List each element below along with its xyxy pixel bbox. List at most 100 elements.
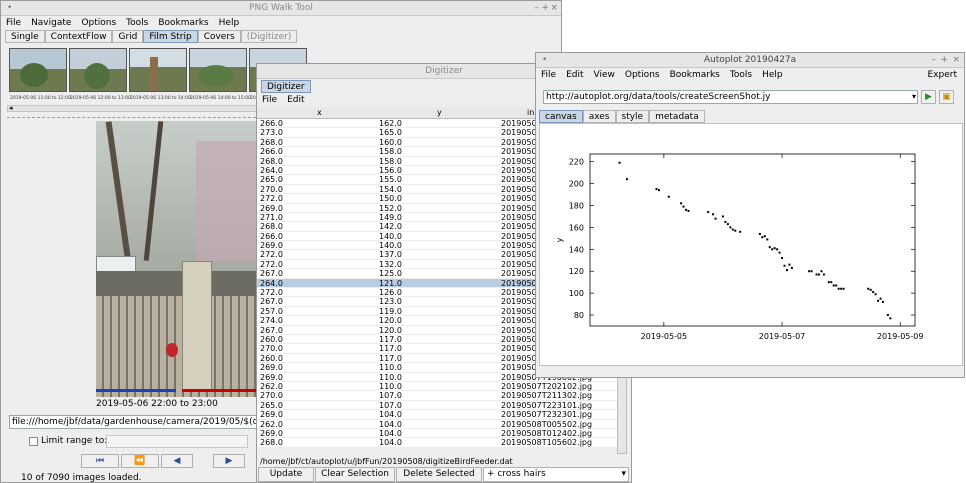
cell-y: 132.0 (379, 259, 402, 269)
tab-single[interactable]: Single (5, 30, 45, 43)
tab-digitizer-active[interactable]: Digitizer (261, 80, 311, 93)
data-point (790, 266, 793, 269)
table-row[interactable]: 262.0 104.0 20190508T005502.jpg (257, 420, 619, 429)
column-header-y[interactable]: y (437, 107, 442, 119)
tab-contextflow[interactable]: ContextFlow (44, 30, 113, 43)
column-header-x[interactable]: x (317, 107, 322, 119)
chevron-down-icon[interactable]: ▾ (912, 91, 916, 103)
y-tick-label: 120 (569, 267, 584, 276)
cell-in: 20190508T012402.jpg (501, 428, 593, 438)
folder-icon[interactable]: ▣ (939, 90, 954, 104)
tab-metadata[interactable]: metadata (649, 110, 705, 123)
cell-y: 107.0 (379, 391, 402, 401)
x-tick-label: 2019-05-05 (641, 332, 688, 341)
cursor-mode-select[interactable]: + cross hairs ▾ (483, 467, 629, 482)
minimize-icon[interactable]: – (932, 53, 937, 68)
cell-x: 269.0 (260, 241, 283, 251)
table-row[interactable]: 265.0 107.0 20190507T223101.jpg (257, 400, 619, 411)
tab-covers[interactable]: Covers (197, 30, 241, 43)
cell-x: 266.0 (260, 147, 283, 157)
clear-selection-button[interactable]: Clear Selection (315, 467, 395, 482)
close-icon[interactable]: × (952, 53, 960, 68)
table-row[interactable]: 268.0 104.0 20190508T105602.jpg (257, 438, 619, 448)
address-bar[interactable]: http://autoplot.org/data/tools/createScr… (543, 90, 918, 104)
expert-menu[interactable]: Expert (923, 68, 963, 82)
scroll-left-icon[interactable]: ◂ (9, 104, 13, 112)
cell-x: 267.0 (260, 269, 283, 279)
delete-selected-button[interactable]: Delete Selected (396, 467, 482, 482)
cell-in: 2019050 (501, 250, 537, 260)
menu-options[interactable]: Options (76, 16, 121, 30)
limit-range-field[interactable] (106, 435, 248, 448)
data-point (729, 226, 732, 229)
cell-in: 2019050 (501, 363, 537, 373)
menu-navigate[interactable]: Navigate (26, 16, 76, 30)
film-strip-thumbnail[interactable] (69, 48, 127, 92)
menu-options[interactable]: Options (620, 68, 665, 82)
tab-canvas[interactable]: canvas (539, 110, 583, 123)
first-button[interactable]: ⏮ (81, 454, 119, 468)
prev-button[interactable]: ◀ (161, 454, 193, 468)
cell-y: 110.0 (379, 372, 402, 382)
tab-grid[interactable]: Grid (112, 30, 144, 43)
close-icon[interactable]: × (550, 1, 558, 16)
png-walk-tabs: Single ContextFlow Grid Film Strip Covers (Di… (1, 30, 561, 43)
limit-range-checkbox[interactable] (29, 437, 38, 446)
minimize-icon[interactable]: – (535, 1, 540, 16)
table-row[interactable]: 269.0 104.0 20190507T232301.jpg (257, 410, 619, 420)
menu-file[interactable]: File (257, 93, 282, 107)
menu-view[interactable]: View (589, 68, 620, 82)
window-menu-icon[interactable]: • (7, 1, 12, 16)
data-point (827, 281, 830, 284)
data-point (618, 161, 621, 164)
autoplot-title: Autoplot 20190427a (703, 55, 797, 65)
update-button[interactable]: Update (258, 467, 314, 482)
cell-y: 126.0 (379, 288, 402, 298)
cell-y: 165.0 (379, 128, 402, 138)
cell-x: 268.0 (260, 438, 283, 448)
cell-in: 2019050 (501, 288, 537, 298)
play-button[interactable]: ▶ (921, 90, 936, 104)
menu-bookmarks[interactable]: Bookmarks (153, 16, 213, 30)
cell-x: 266.0 (260, 119, 283, 128)
tab-axes[interactable]: axes (582, 110, 616, 123)
table-row[interactable]: 262.0 110.0 20190507T202102.jpg (257, 382, 619, 392)
menu-help[interactable]: Help (757, 68, 788, 82)
menu-help[interactable]: Help (214, 16, 245, 30)
cell-x: 274.0 (260, 316, 283, 326)
column-header-in[interactable]: in (527, 107, 534, 119)
prev-page-button[interactable]: ⏪ (121, 454, 159, 468)
cell-y: 104.0 (379, 419, 402, 429)
menu-tools[interactable]: Tools (121, 16, 153, 30)
menu-tools[interactable]: Tools (725, 68, 757, 82)
menu-edit[interactable]: Edit (561, 68, 588, 82)
menu-file[interactable]: File (1, 16, 26, 30)
maximize-icon[interactable]: + (940, 53, 948, 68)
data-point (714, 217, 717, 220)
menu-bookmarks[interactable]: Bookmarks (665, 68, 725, 82)
cell-in: 2019050 (501, 306, 537, 316)
film-strip-thumbnail[interactable] (9, 48, 67, 92)
cell-y: 154.0 (379, 184, 402, 194)
tab-digitizer[interactable]: (Digitizer) (240, 30, 298, 43)
cell-x: 268.0 (260, 137, 283, 147)
tab-film-strip[interactable]: Film Strip (143, 30, 198, 43)
cell-in: 2019050 (501, 203, 537, 213)
data-point (766, 238, 769, 241)
menu-file[interactable]: File (536, 68, 561, 82)
data-point (830, 281, 833, 284)
menu-edit[interactable]: Edit (282, 93, 309, 107)
table-row[interactable]: 270.0 107.0 20190507T211302.jpg (257, 391, 619, 401)
window-menu-icon[interactable]: • (542, 53, 547, 68)
tab-style[interactable]: style (615, 110, 650, 123)
next-button[interactable]: ▶ (213, 454, 245, 468)
maximize-icon[interactable]: + (541, 1, 549, 16)
cell-in: 20190507T223101.jpg (501, 400, 593, 410)
film-strip-thumbnail[interactable] (189, 48, 247, 92)
film-strip-thumbnail[interactable] (129, 48, 187, 92)
template-field[interactable] (9, 415, 261, 429)
data-point (820, 270, 823, 273)
data-point (808, 270, 811, 273)
table-row[interactable]: 269.0 104.0 20190508T012402.jpg (257, 428, 619, 439)
plot-canvas[interactable]: 80 100 120 140 160 180 200 220 2019-05-05 2019-05… (539, 123, 963, 366)
